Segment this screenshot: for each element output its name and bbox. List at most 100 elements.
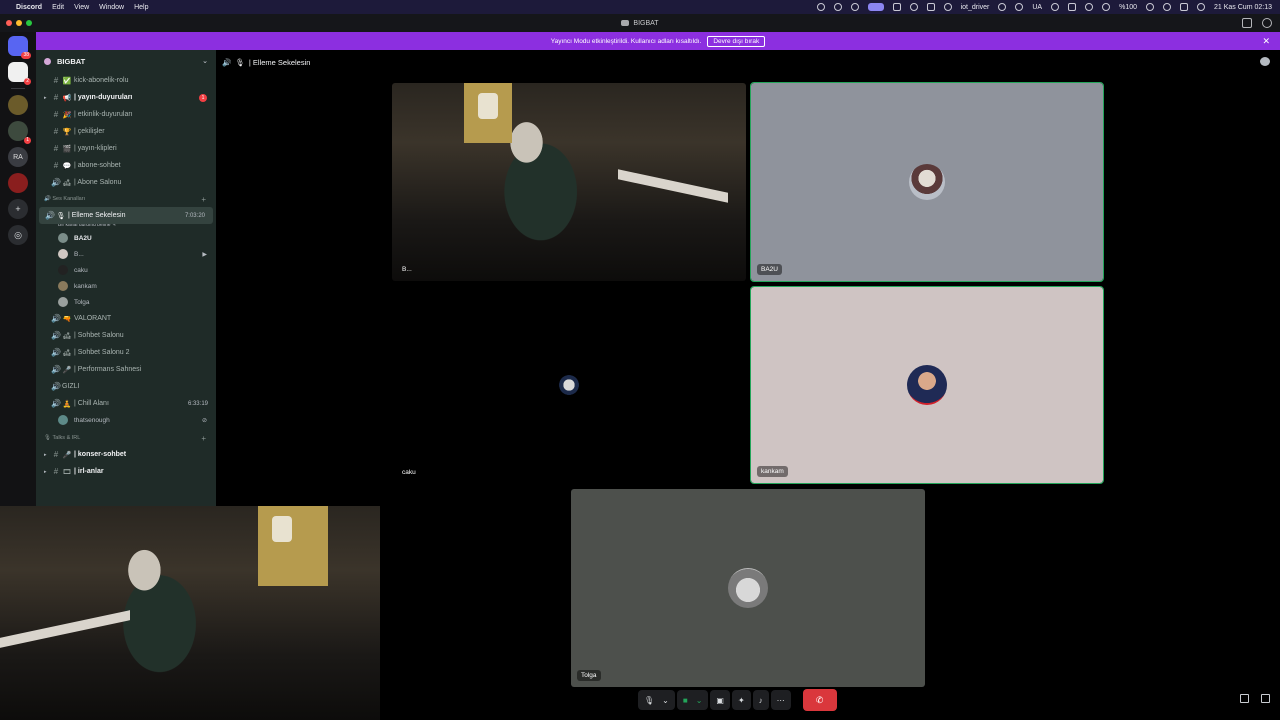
soundboard-button[interactable]: ♪ [752,690,769,710]
traffic-lights [6,20,32,26]
status-icon[interactable] [816,3,825,11]
menu-view[interactable]: View [74,4,89,11]
close-window-button[interactable] [6,20,12,26]
search-icon[interactable] [1163,3,1172,11]
disconnect-button[interactable]: ✆ [802,689,837,711]
mic-control[interactable]: 🎙 ⌄ [638,690,675,710]
mic-icon[interactable]: 🎙 [644,696,654,705]
display-icon[interactable] [1068,3,1077,11]
menu-window[interactable]: Window [99,4,124,11]
video-tile-ba2u[interactable]: BA2U [750,82,1104,282]
more-options-button[interactable]: ⋯ [770,690,791,710]
channel-konser-sohbet[interactable]: ▸ # 🎤 | konser-sohbet [36,446,216,463]
screen-share-button[interactable]: ▣ [710,690,730,710]
voice-channel-elleme-sekelesin[interactable]: 🔊 🎙 | Elleme Sekelesin 7:03:20 [39,207,213,224]
discover-icon[interactable]: ◎ [8,225,28,245]
status-icon[interactable] [892,3,901,11]
guild-header[interactable]: BIGBAT ⌄ [36,50,216,72]
channel-yayin-klipleri[interactable]: # 🎬 | yayın-klipleri [36,140,216,157]
voice-member[interactable]: Tolga [36,294,216,310]
channel-irl-anlar[interactable]: ▸ # 🎞 | irl-anlar [36,463,216,480]
server-icon[interactable] [8,95,28,115]
help-icon[interactable] [1262,18,1272,28]
siri-icon[interactable] [1197,3,1206,11]
bluetooth-icon[interactable] [1051,3,1060,11]
voice-channel-abone-salonu[interactable]: 🔊 🛋 | Abone Salonu [36,174,216,191]
video-tile-tolga[interactable]: Tolga [571,489,925,687]
voice-channel-valorant[interactable]: 🔊 🔫 VALORANT [36,310,216,327]
video-tile-b[interactable]: B... [392,83,746,281]
voice-channel-sohbet-salonu-2[interactable]: 🔊 🛋 | Sohbet Salonu 2 [36,344,216,361]
server-icon[interactable] [8,173,28,193]
status-icon[interactable] [909,3,918,11]
chevron-down-icon[interactable]: ⌄ [662,696,669,705]
menubar-clock[interactable]: 21 Kas Cum 02:13 [1214,4,1272,11]
add-server-button[interactable]: + [8,199,28,219]
play-icon[interactable] [1102,3,1111,11]
volume-icon[interactable] [1015,3,1024,11]
voice-channel-gizli[interactable]: 🔊 GIZLI [36,378,216,395]
inbox-icon[interactable] [1242,18,1252,28]
user-icon[interactable] [1085,3,1094,11]
video-tile-caku[interactable]: caku [392,286,746,484]
moon-icon[interactable] [998,3,1007,11]
view-controls [1240,694,1270,703]
speaker-icon: 🔊 [45,211,55,220]
server-initials[interactable]: RA [8,147,28,167]
chat-icon[interactable] [1260,57,1270,66]
close-icon[interactable]: ✕ [1262,36,1270,47]
menubar-user[interactable]: iot_driver [961,4,990,11]
voice-channel-sohbet-salonu[interactable]: 🔊 🛋 | Sohbet Salonu [36,327,216,344]
channel-emoji: 🏆 [62,128,72,136]
battery-percent[interactable]: %100 [1119,4,1137,11]
voice-member[interactable]: caku [36,262,216,278]
channel-abone-sohbet[interactable]: # 💬 | abone-sohbet [36,157,216,174]
menu-help[interactable]: Help [134,4,148,11]
category-ses-kanallari[interactable]: 🔊 Ses Kanalları + [36,191,216,207]
server-icon[interactable]: 2 [8,62,31,85]
status-icon[interactable] [850,3,859,11]
status-icon[interactable] [833,3,842,11]
voice-channel-chill-alani[interactable]: 🔊 🧘 | Chill Alanı 6:33:19 [36,395,216,412]
guild-name: BIGBAT [57,56,86,66]
menu-app[interactable]: Discord [16,4,42,11]
hash-icon: # [53,467,59,476]
category-talks-irl[interactable]: 🎙 Talks & IRL + [36,430,216,446]
speaker-icon: 🔊 [51,348,61,357]
home-button[interactable]: 38 [8,36,31,59]
screen-record-icon[interactable] [867,3,884,11]
server-icon[interactable]: 1 [8,121,31,144]
video-tile-kankam[interactable]: kankam [750,286,1104,484]
channel-yayin-duyurulari[interactable]: ▸ # 📢 | yayın-duyuruları 1 [36,89,216,106]
chevron-down-icon[interactable]: ⌄ [696,696,703,705]
voice-member[interactable]: thatsenough ⊘ [36,412,216,428]
wifi-icon[interactable] [1146,3,1155,11]
zoom-window-button[interactable] [26,20,32,26]
popout-icon[interactable] [1240,694,1249,703]
channel-etkinlik-duyurulari[interactable]: # 🎉 | etkinlik-duyuruları [36,106,216,123]
add-channel-button[interactable]: + [201,434,206,443]
channel-name: | çekilişler [74,128,105,135]
add-channel-button[interactable]: + [201,195,206,204]
voice-member[interactable]: B... ▶ [36,246,216,262]
camera-icon[interactable]: ■ [683,696,688,705]
voice-member[interactable]: BA2U [36,230,216,246]
activities-button[interactable]: ✦ [731,690,751,710]
voice-channel-performans-sahnesi[interactable]: 🔊 🎤 | Performans Sahnesi [36,361,216,378]
fullscreen-icon[interactable] [1261,694,1270,703]
camera-control[interactable]: ■ ⌄ [676,690,709,710]
control-center-icon[interactable] [1180,3,1189,11]
menu-edit[interactable]: Edit [52,4,64,11]
chevron-down-icon[interactable]: ⌄ [202,57,208,65]
menubar-lang[interactable]: UA [1032,4,1042,11]
channel-name: | Sohbet Salonu 2 [74,349,130,356]
member-name: kankam [74,282,97,290]
channel-cekilisler[interactable]: # 🏆 | çekilişler [36,123,216,140]
status-icon[interactable] [943,3,952,11]
disable-streamer-mode-button[interactable]: Devre dışı bırak [707,35,766,47]
voice-member[interactable]: kankam [36,278,216,294]
activities-icon: ✦ [737,695,745,705]
channel-kick-abonelik-rolu[interactable]: # ✅ kick-abonelik-rolu [36,72,216,89]
minimize-window-button[interactable] [16,20,22,26]
status-icon[interactable] [926,3,935,11]
